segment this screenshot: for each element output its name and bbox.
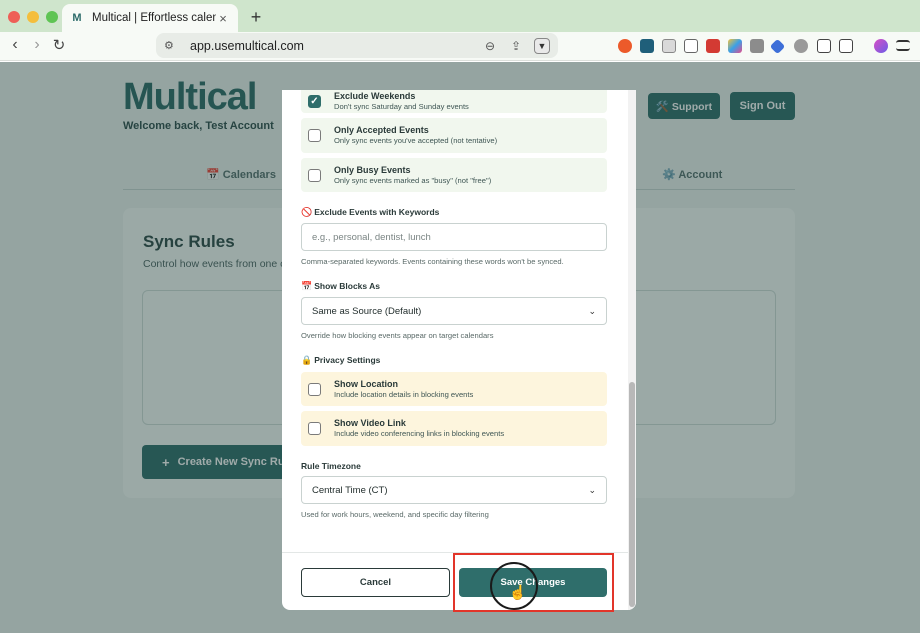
chevron-down-icon: ⌄ <box>588 305 596 316</box>
address-url[interactable]: app.usemultical.com <box>190 39 472 53</box>
page-extension-icon[interactable] <box>662 39 676 53</box>
hand-cursor-icon: ☝ <box>509 584 527 600</box>
only-busy-checkbox[interactable] <box>308 169 321 182</box>
option-label: Exclude Weekends <box>334 91 416 101</box>
close-tab-icon[interactable]: × <box>216 11 230 26</box>
chevron-down-icon: ⌄ <box>588 484 596 495</box>
privacy-title-text: Privacy Settings <box>314 355 381 365</box>
reader-mode-icon[interactable] <box>839 39 853 53</box>
keywords-input[interactable]: e.g., personal, dentist, lunch <box>301 223 607 251</box>
option-description: Include location details in blocking eve… <box>334 390 474 399</box>
option-show-location[interactable]: Show Location Include location details i… <box>301 372 607 406</box>
address-bar[interactable]: ⚙ app.usemultical.com ⊖ ⇪ ▼ <box>156 33 558 58</box>
show-blocks-section-title: 📅 Show Blocks As <box>301 281 380 292</box>
browser-tabstrip: M Multical | Effortless calendar s × + <box>0 0 920 32</box>
timezone-select[interactable]: Central Time (CT) ⌄ <box>301 476 607 504</box>
option-label: Only Accepted Events <box>334 125 429 135</box>
close-window-button[interactable] <box>8 11 20 23</box>
letter-block-extension-icon[interactable] <box>640 39 654 53</box>
option-exclude-weekends[interactable]: ✓ Exclude Weekends Don't sync Saturday a… <box>301 90 607 113</box>
privacy-section-title: 🔒 Privacy Settings <box>301 355 380 366</box>
show-blocks-title-text: Show Blocks As <box>314 281 381 291</box>
code-extension-icon[interactable] <box>684 39 698 53</box>
keywords-hint: Comma-separated keywords. Events contain… <box>301 257 564 266</box>
option-description: Include video conferencing links in bloc… <box>334 429 505 438</box>
site-info-icon[interactable]: ⚙ <box>164 39 178 52</box>
option-description: Don't sync Saturday and Sunday events <box>334 102 469 111</box>
menu-icon[interactable] <box>896 40 910 51</box>
new-tab-button[interactable]: + <box>248 7 264 28</box>
timezone-hint: Used for work hours, weekend, and specif… <box>301 510 489 519</box>
browser-tab-active[interactable]: M Multical | Effortless calendar s × <box>62 4 238 32</box>
zoom-icon[interactable]: ⊖ <box>482 39 498 53</box>
option-only-accepted-events[interactable]: Only Accepted Events Only sync events yo… <box>301 118 607 153</box>
option-description: Only sync events marked as "busy" (not "… <box>334 176 492 185</box>
zoom-window-button[interactable] <box>46 11 58 23</box>
option-label: Only Busy Events <box>334 165 411 175</box>
red-plus-extension-icon[interactable] <box>618 39 632 53</box>
option-show-video-link[interactable]: Show Video Link Include video conferenci… <box>301 411 607 446</box>
timezone-section-title: Rule Timezone <box>301 461 361 471</box>
timezone-value: Central Time (CT) <box>312 484 388 496</box>
lock-icon: 🔒 <box>301 355 313 365</box>
back-button[interactable]: ‹ <box>6 36 24 54</box>
pdf-extension-icon[interactable] <box>706 39 720 53</box>
option-label: Show Video Link <box>334 418 406 428</box>
option-label: Show Location <box>334 379 398 389</box>
edit-sync-rule-modal: ✓ Exclude Weekends Don't sync Saturday a… <box>282 90 636 610</box>
share-icon[interactable]: ⇪ <box>508 39 524 53</box>
profile-avatar-icon[interactable] <box>874 39 888 53</box>
camera-extension-icon[interactable] <box>750 39 764 53</box>
cancel-button[interactable]: Cancel <box>301 568 450 597</box>
show-blocks-hint: Override how blocking events appear on t… <box>301 331 494 340</box>
modal-scroll-area: ✓ Exclude Weekends Don't sync Saturday a… <box>282 90 628 552</box>
show-blocks-value: Same as Source (Default) <box>312 305 422 317</box>
option-description: Only sync events you've accepted (not te… <box>334 136 498 145</box>
calendar-icon: 📅 <box>301 281 313 291</box>
exclude-weekends-checkbox[interactable]: ✓ <box>308 95 321 108</box>
show-location-checkbox[interactable] <box>308 383 321 396</box>
show-blocks-select[interactable]: Same as Source (Default) ⌄ <box>301 297 607 325</box>
minimize-window-button[interactable] <box>27 11 39 23</box>
puzzle-extensions-icon[interactable] <box>817 39 831 53</box>
no-entry-icon: 🚫 <box>301 207 313 217</box>
show-video-link-checkbox[interactable] <box>308 422 321 435</box>
keywords-title-text: Exclude Events with Keywords <box>314 207 440 217</box>
tab-title: Multical | Effortless calendar s <box>92 12 216 24</box>
modal-scrollbar-thumb[interactable] <box>629 382 635 607</box>
browser-toolbar: ‹ › ↻ ⚙ app.usemultical.com ⊖ ⇪ ▼ <box>0 32 920 61</box>
brave-shield-icon[interactable]: ▼ <box>534 37 550 54</box>
color-grid-extension-icon[interactable] <box>728 39 742 53</box>
only-accepted-checkbox[interactable] <box>308 129 321 142</box>
reload-button[interactable]: ↻ <box>50 36 68 54</box>
im-extension-icon[interactable] <box>794 39 808 53</box>
multical-favicon-icon: M <box>72 12 82 24</box>
keywords-section-title: 🚫 Exclude Events with Keywords <box>301 207 439 218</box>
forward-button[interactable]: › <box>28 36 46 54</box>
option-only-busy-events[interactable]: Only Busy Events Only sync events marked… <box>301 158 607 192</box>
blue-diamond-extension-icon[interactable] <box>769 38 786 55</box>
